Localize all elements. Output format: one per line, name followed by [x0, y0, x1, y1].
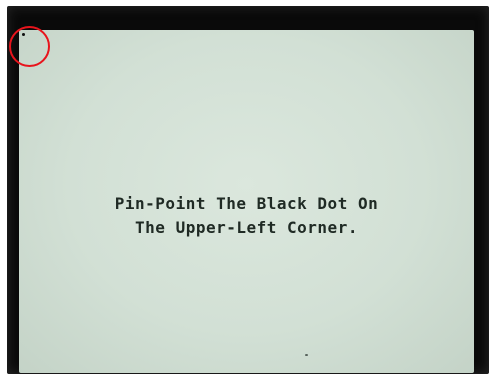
calibration-instructions: Pin-Point The Black Dot On The Upper-Lef… [19, 192, 474, 240]
instruction-line-1: Pin-Point The Black Dot On [114, 194, 379, 213]
screen-speck [305, 354, 308, 356]
instruction-line-2: The Upper-Left Corner. [135, 218, 358, 237]
touch-calibration-screen[interactable]: Pin-Point The Black Dot On The Upper-Lef… [19, 30, 474, 373]
highlight-circle [9, 26, 50, 67]
device-photo: Pin-Point The Black Dot On The Upper-Lef… [0, 0, 497, 380]
